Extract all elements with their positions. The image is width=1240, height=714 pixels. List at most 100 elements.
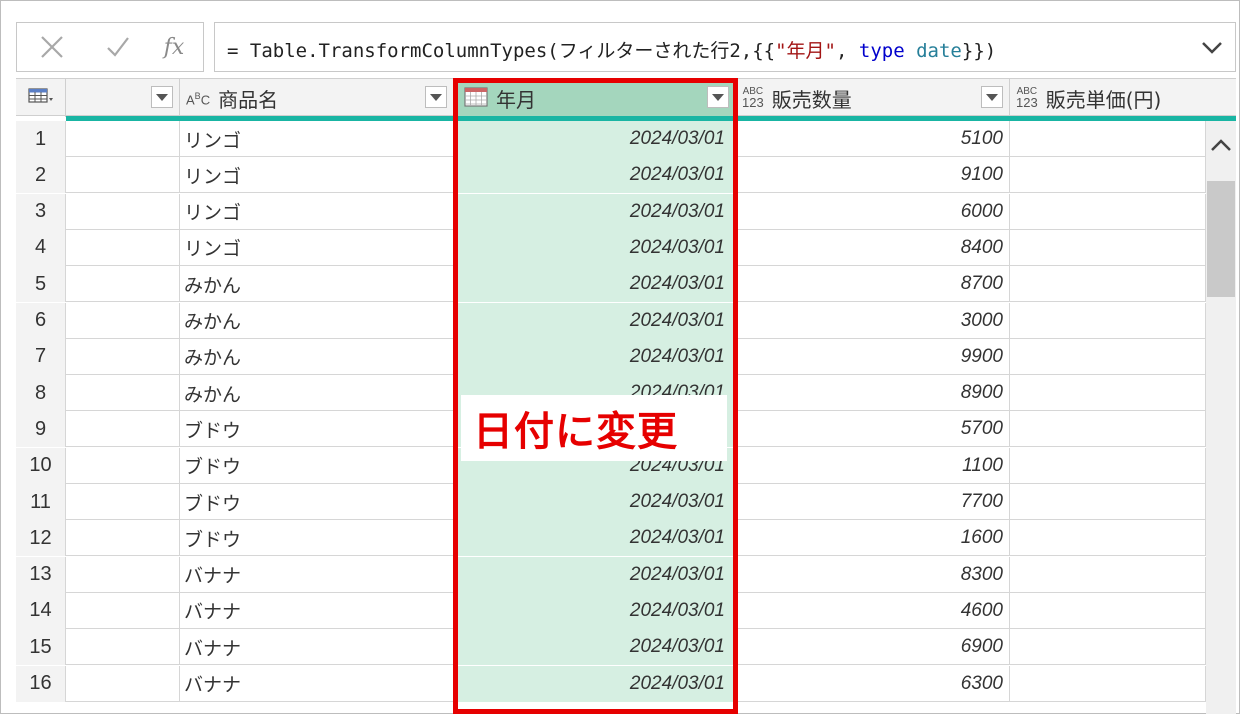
cell-quantity[interactable]: 8300 — [736, 556, 1010, 593]
row-number[interactable]: 13 — [16, 556, 66, 593]
cell-unitprice[interactable] — [1010, 411, 1206, 448]
cell-unitprice[interactable] — [1010, 375, 1206, 412]
vertical-scrollbar[interactable] — [1206, 121, 1236, 714]
row-number[interactable]: 9 — [16, 411, 66, 448]
cell-quantity[interactable]: 9100 — [736, 157, 1010, 194]
cell-quantity[interactable]: 6900 — [736, 629, 1010, 666]
cell-quantity[interactable]: 1600 — [736, 520, 1010, 557]
chevron-up-icon[interactable] — [1206, 131, 1236, 159]
column-header-product[interactable]: ABC 商品名 — [180, 79, 454, 117]
cell-unitprice[interactable] — [1010, 556, 1206, 593]
cell-product[interactable]: リンゴ — [180, 157, 454, 194]
cell-blank[interactable] — [66, 121, 180, 157]
cell-blank[interactable] — [66, 375, 180, 412]
row-number[interactable]: 8 — [16, 375, 66, 412]
row-number[interactable]: 14 — [16, 592, 66, 629]
cell-unitprice[interactable] — [1010, 447, 1206, 484]
cell-blank[interactable] — [66, 592, 180, 629]
row-number[interactable]: 4 — [16, 229, 66, 266]
column-filter-dropdown[interactable] — [981, 86, 1003, 108]
cell-quantity[interactable]: 8700 — [736, 266, 1010, 303]
row-number[interactable]: 6 — [16, 302, 66, 339]
column-header-blank[interactable] — [66, 79, 180, 117]
cell-product[interactable]: バナナ — [180, 556, 454, 593]
cell-blank[interactable] — [66, 302, 180, 339]
row-number[interactable]: 10 — [16, 447, 66, 484]
cell-quantity[interactable]: 6300 — [736, 665, 1010, 702]
fx-button[interactable]: fx — [153, 23, 195, 71]
cell-unitprice[interactable] — [1010, 302, 1206, 339]
cell-unitprice[interactable] — [1010, 338, 1206, 375]
close-icon[interactable] — [31, 23, 73, 71]
cell-product[interactable]: ブドウ — [180, 411, 454, 448]
cell-blank[interactable] — [66, 520, 180, 557]
cell-quantity[interactable]: 8900 — [736, 375, 1010, 412]
column-filter-dropdown[interactable] — [151, 86, 173, 108]
row-number[interactable]: 5 — [16, 266, 66, 303]
row-number[interactable]: 2 — [16, 157, 66, 194]
cell-unitprice[interactable] — [1010, 665, 1206, 702]
cell-quantity[interactable]: 7700 — [736, 484, 1010, 520]
column-filter-dropdown[interactable] — [425, 86, 447, 108]
row-number[interactable]: 11 — [16, 484, 66, 520]
column-header-quantity[interactable]: ABC 123 販売数量 — [736, 79, 1010, 117]
cell-product[interactable]: バナナ — [180, 665, 454, 702]
cell-quantity[interactable]: 8400 — [736, 229, 1010, 266]
cell-product[interactable]: ブドウ — [180, 447, 454, 484]
row-number[interactable]: 7 — [16, 338, 66, 375]
row-number[interactable]: 12 — [16, 520, 66, 557]
column-header-unitprice[interactable]: ABC 123 販売単価(円) — [1010, 79, 1236, 117]
cell-product[interactable]: ブドウ — [180, 484, 454, 520]
cell-blank[interactable] — [66, 447, 180, 484]
scrollbar-thumb[interactable] — [1207, 181, 1235, 297]
formula-input[interactable]: = Table.TransformColumnTypes(フィルターされた行2,… — [214, 22, 1236, 72]
cell-product[interactable]: ブドウ — [180, 520, 454, 557]
cell-unitprice[interactable] — [1010, 520, 1206, 557]
row-number[interactable]: 15 — [16, 629, 66, 666]
cell-quantity[interactable]: 5100 — [736, 121, 1010, 157]
cell-unitprice[interactable] — [1010, 229, 1206, 266]
cell-blank[interactable] — [66, 338, 180, 375]
row-number[interactable]: 16 — [16, 665, 66, 702]
cell-quantity[interactable]: 4600 — [736, 592, 1010, 629]
any-type-icon[interactable]: ABC 123 — [1016, 86, 1038, 110]
cell-quantity[interactable]: 6000 — [736, 193, 1010, 230]
cell-product[interactable]: みかん — [180, 266, 454, 303]
chevron-down-icon[interactable] — [1197, 33, 1227, 63]
cell-product[interactable]: リンゴ — [180, 121, 454, 157]
cell-product[interactable]: みかん — [180, 302, 454, 339]
cell-unitprice[interactable] — [1010, 266, 1206, 303]
cell-blank[interactable] — [66, 157, 180, 194]
cell-quantity[interactable]: 1100 — [736, 447, 1010, 484]
cell-blank[interactable] — [66, 629, 180, 666]
cell-unitprice[interactable] — [1010, 484, 1206, 520]
cell-product[interactable]: バナナ — [180, 629, 454, 666]
cell-blank[interactable] — [66, 665, 180, 702]
cell-blank[interactable] — [66, 411, 180, 448]
cell-blank[interactable] — [66, 229, 180, 266]
row-number[interactable]: 1 — [16, 121, 66, 157]
any-type-icon[interactable]: ABC 123 — [742, 86, 764, 110]
cell-unitprice[interactable] — [1010, 592, 1206, 629]
check-icon[interactable] — [97, 23, 139, 71]
cell-product[interactable]: リンゴ — [180, 229, 454, 266]
cell-blank[interactable] — [66, 556, 180, 593]
row-number[interactable]: 3 — [16, 193, 66, 230]
cell-quantity[interactable]: 3000 — [736, 302, 1010, 339]
cell-product[interactable]: バナナ — [180, 592, 454, 629]
cell-product[interactable]: みかん — [180, 338, 454, 375]
formula-text[interactable]: = Table.TransformColumnTypes(フィルターされた行2,… — [227, 36, 996, 63]
text-type-icon[interactable]: ABC — [186, 91, 210, 106]
cell-unitprice[interactable] — [1010, 121, 1206, 157]
cell-blank[interactable] — [66, 484, 180, 520]
cell-unitprice[interactable] — [1010, 629, 1206, 666]
cell-blank[interactable] — [66, 193, 180, 230]
cell-blank[interactable] — [66, 266, 180, 303]
cell-unitprice[interactable] — [1010, 157, 1206, 194]
cell-quantity[interactable]: 5700 — [736, 411, 1010, 448]
cell-product[interactable]: リンゴ — [180, 193, 454, 230]
table-menu-button[interactable] — [16, 79, 66, 117]
cell-product[interactable]: みかん — [180, 375, 454, 412]
cell-unitprice[interactable] — [1010, 193, 1206, 230]
cell-quantity[interactable]: 9900 — [736, 338, 1010, 375]
